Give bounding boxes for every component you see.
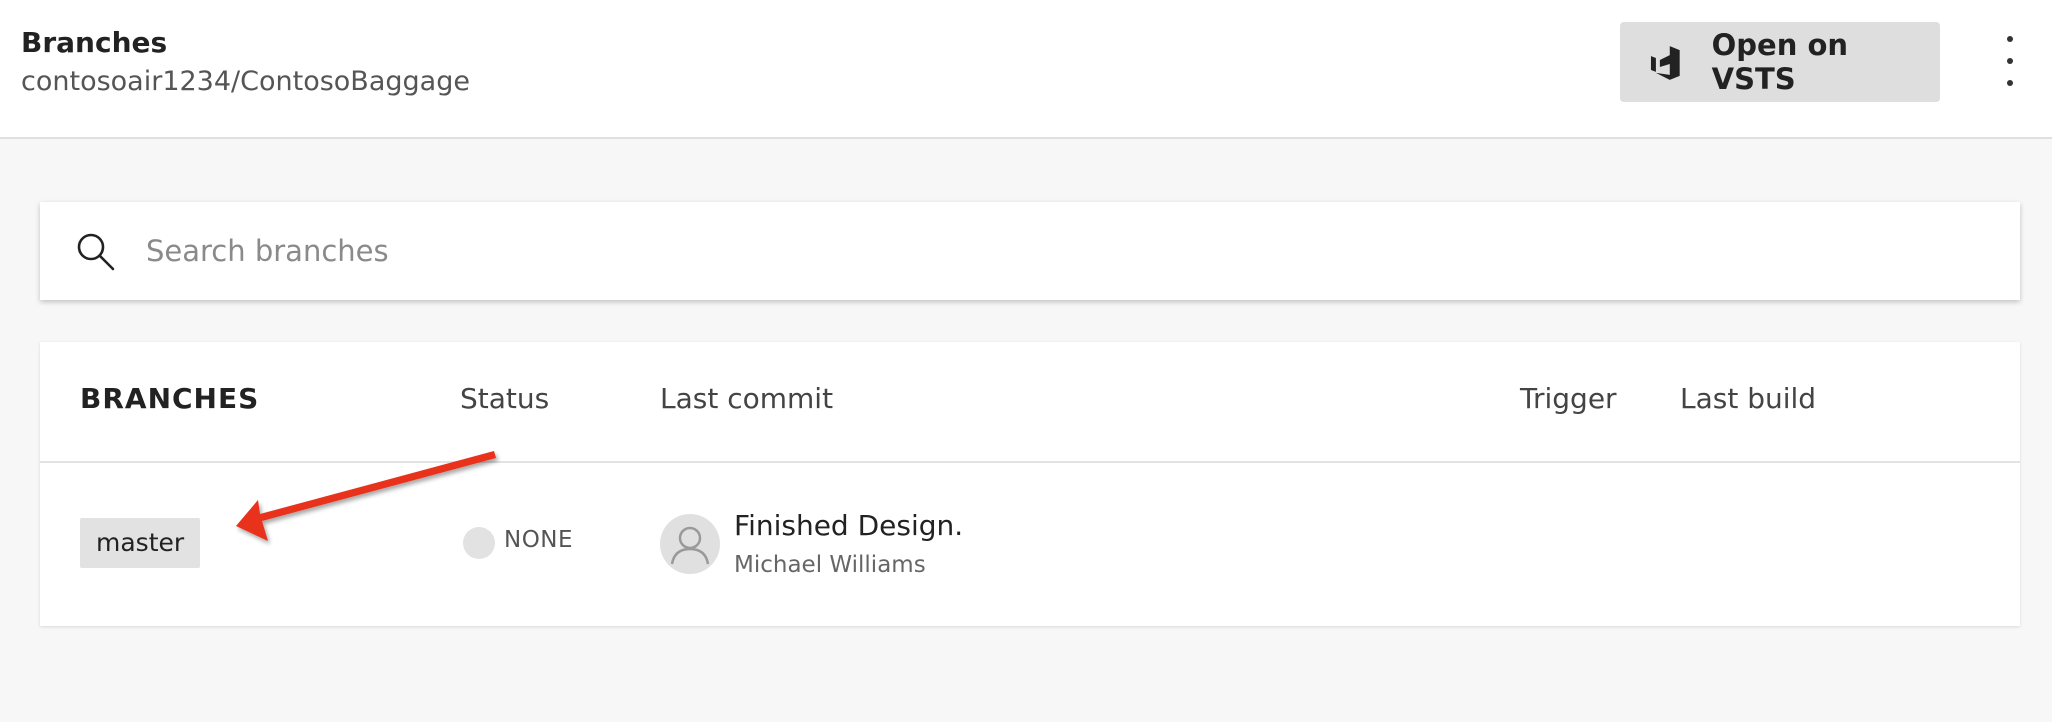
more-dot <box>2007 58 2013 64</box>
page-header: Branches contosoair1234/ContosoBaggage O… <box>0 0 2052 139</box>
branches-table: BRANCHES Status Last commit Trigger Last… <box>40 342 2020 626</box>
open-on-vsts-button[interactable]: Open on VSTS <box>1620 22 1940 102</box>
avatar <box>660 514 720 574</box>
more-dot <box>2007 80 2013 86</box>
commit-message: Finished Design. <box>734 509 964 542</box>
column-header-last-build: Last build <box>1680 382 1817 415</box>
column-header-status: Status <box>460 382 550 415</box>
column-header-trigger: Trigger <box>1520 382 1617 415</box>
vsts-icon <box>1650 46 1680 80</box>
more-options-button[interactable] <box>1990 36 2030 86</box>
more-vertical-icon <box>2007 36 2013 42</box>
open-on-vsts-label: Open on VSTS <box>1711 28 1849 96</box>
branch-name[interactable]: master <box>80 518 201 568</box>
repository-name: contosoair1234/ContosoBaggage <box>21 66 470 97</box>
table-row[interactable]: master NONE Finished Design. Michael Wil… <box>40 463 2020 626</box>
commit-author: Michael Williams <box>734 552 926 578</box>
page-title: Branches <box>21 26 168 59</box>
column-header-last-commit: Last commit <box>660 382 834 415</box>
table-header: BRANCHES Status Last commit Trigger Last… <box>40 342 2020 463</box>
search-icon <box>77 233 115 271</box>
status-indicator-icon <box>463 527 495 559</box>
status-text: NONE <box>504 527 574 553</box>
search-box <box>40 202 2020 300</box>
column-header-branches: BRANCHES <box>80 382 260 415</box>
search-input[interactable] <box>136 222 1976 280</box>
user-icon <box>670 526 710 565</box>
